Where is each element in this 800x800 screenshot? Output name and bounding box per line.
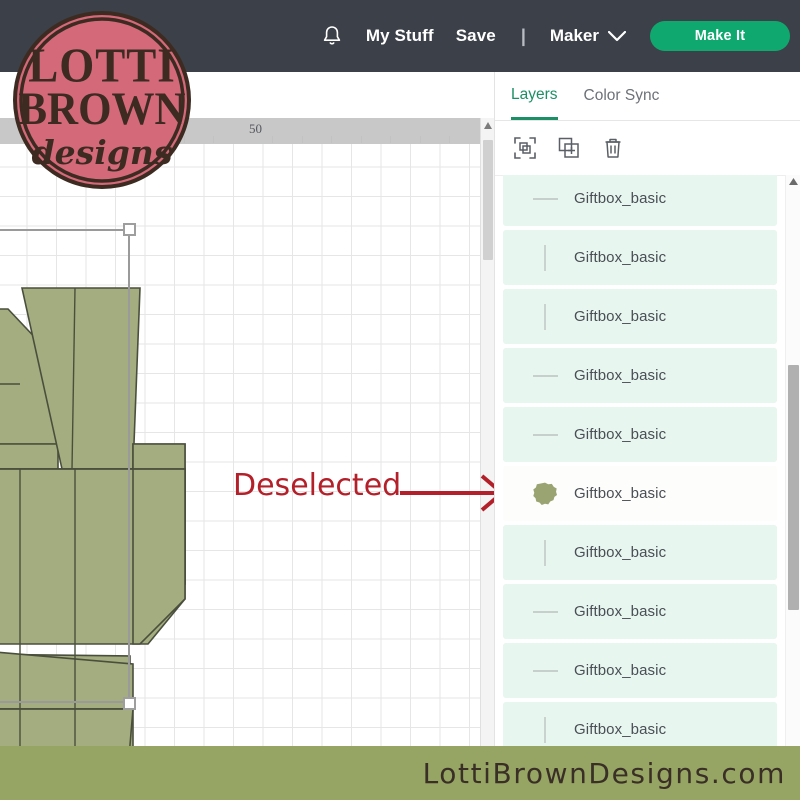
delete-icon[interactable] <box>601 136 625 160</box>
canvas-scrollbar-thumb[interactable] <box>483 140 493 260</box>
layer-thumbnail-vline-icon <box>525 712 565 747</box>
selection-bounding-box[interactable] <box>0 229 130 703</box>
layer-row[interactable]: Giftbox_basic <box>503 466 777 521</box>
layer-thumbnail-vline-icon <box>525 299 565 335</box>
layer-name-label: Giftbox_basic <box>574 603 666 620</box>
tab-layers[interactable]: Layers <box>511 73 558 120</box>
layer-name-label: Giftbox_basic <box>574 367 666 384</box>
cricut-design-space-screenshot: 50 Deselected My Stuff Save | <box>0 0 800 800</box>
toolbar-divider: | <box>507 26 540 47</box>
vertical-line-icon <box>544 304 546 330</box>
layer-row[interactable]: Giftbox_basic <box>503 702 777 746</box>
layer-thumbnail-line-icon <box>525 594 565 630</box>
vertical-line-icon <box>544 717 546 743</box>
duplicate-icon[interactable] <box>557 136 581 160</box>
layer-thumbnail-line-icon <box>525 653 565 689</box>
machine-selector[interactable]: Maker <box>540 26 632 46</box>
selection-handle-bottom-right[interactable] <box>123 697 136 710</box>
layer-name-label: Giftbox_basic <box>574 662 666 679</box>
annotation-arrow-icon <box>400 470 508 516</box>
layer-thumbnail-line-icon <box>525 181 565 217</box>
canvas-vertical-scrollbar[interactable] <box>480 118 494 746</box>
layer-thumbnail-vline-icon <box>525 240 565 276</box>
dash-icon <box>533 670 558 672</box>
ruler-tick-label: 50 <box>249 121 262 137</box>
layers-panel: Layers Color Sync <box>494 72 800 746</box>
layer-name-label: Giftbox_basic <box>574 426 666 443</box>
layer-row[interactable]: Giftbox_basic <box>503 230 777 285</box>
vertical-line-icon <box>544 540 546 566</box>
make-it-button[interactable]: Make It <box>650 21 790 51</box>
layer-name-label: Giftbox_basic <box>574 190 666 207</box>
layer-thumbnail-vline-icon <box>525 535 565 571</box>
layer-row[interactable]: Giftbox_basic <box>503 407 777 462</box>
layer-row[interactable]: Giftbox_basic <box>503 643 777 698</box>
layer-list[interactable]: Giftbox_basic Giftbox_basic Giftbox_basic G… <box>495 175 800 746</box>
layer-name-label: Giftbox_basic <box>574 308 666 325</box>
annotation-label: Deselected <box>233 468 401 503</box>
layers-scrollbar-thumb[interactable] <box>788 365 799 610</box>
chevron-down-icon <box>608 31 626 42</box>
logo-line-3: designs <box>32 133 173 172</box>
footer-banner: LottiBrownDesigns.com <box>0 746 800 800</box>
layer-thumbnail-line-icon <box>525 358 565 394</box>
scroll-up-arrow-icon[interactable] <box>484 122 492 129</box>
layer-name-label: Giftbox_basic <box>574 249 666 266</box>
layer-row[interactable]: Giftbox_basic <box>503 525 777 580</box>
layers-scroll-up-arrow-icon[interactable] <box>789 178 798 185</box>
layer-row[interactable]: Giftbox_basic <box>503 175 777 226</box>
layers-scrollbar[interactable] <box>785 175 800 746</box>
layer-name-label: Giftbox_basic <box>574 485 666 502</box>
tab-color-sync[interactable]: Color Sync <box>584 73 660 120</box>
layer-thumbnail-line-icon <box>525 417 565 453</box>
lotti-brown-designs-logo: LOTTI BROWN designs <box>6 4 198 196</box>
notifications-bell-icon[interactable] <box>319 23 345 49</box>
layer-row[interactable]: Giftbox_basic <box>503 289 777 344</box>
layer-name-label: Giftbox_basic <box>574 544 666 561</box>
selection-handle-top-right[interactable] <box>123 223 136 236</box>
layer-thumbnail-blob-icon <box>525 476 565 512</box>
save-button[interactable]: Save <box>445 26 507 46</box>
dash-icon <box>533 375 558 377</box>
machine-name-label: Maker <box>550 26 599 46</box>
logo-line-2: BROWN <box>18 82 185 134</box>
footer-website-text: LottiBrownDesigns.com <box>423 757 786 790</box>
vertical-line-icon <box>544 245 546 271</box>
select-all-icon[interactable] <box>513 136 537 160</box>
panel-tabs: Layers Color Sync <box>495 72 800 121</box>
layer-name-label: Giftbox_basic <box>574 721 666 738</box>
dash-icon <box>533 611 558 613</box>
dash-icon <box>533 198 558 200</box>
layers-toolbar <box>495 121 800 176</box>
layer-row[interactable]: Giftbox_basic <box>503 584 777 639</box>
dash-icon <box>533 434 558 436</box>
my-stuff-link[interactable]: My Stuff <box>355 26 445 46</box>
scalloped-blob-icon <box>531 481 559 507</box>
layer-row[interactable]: Giftbox_basic <box>503 348 777 403</box>
